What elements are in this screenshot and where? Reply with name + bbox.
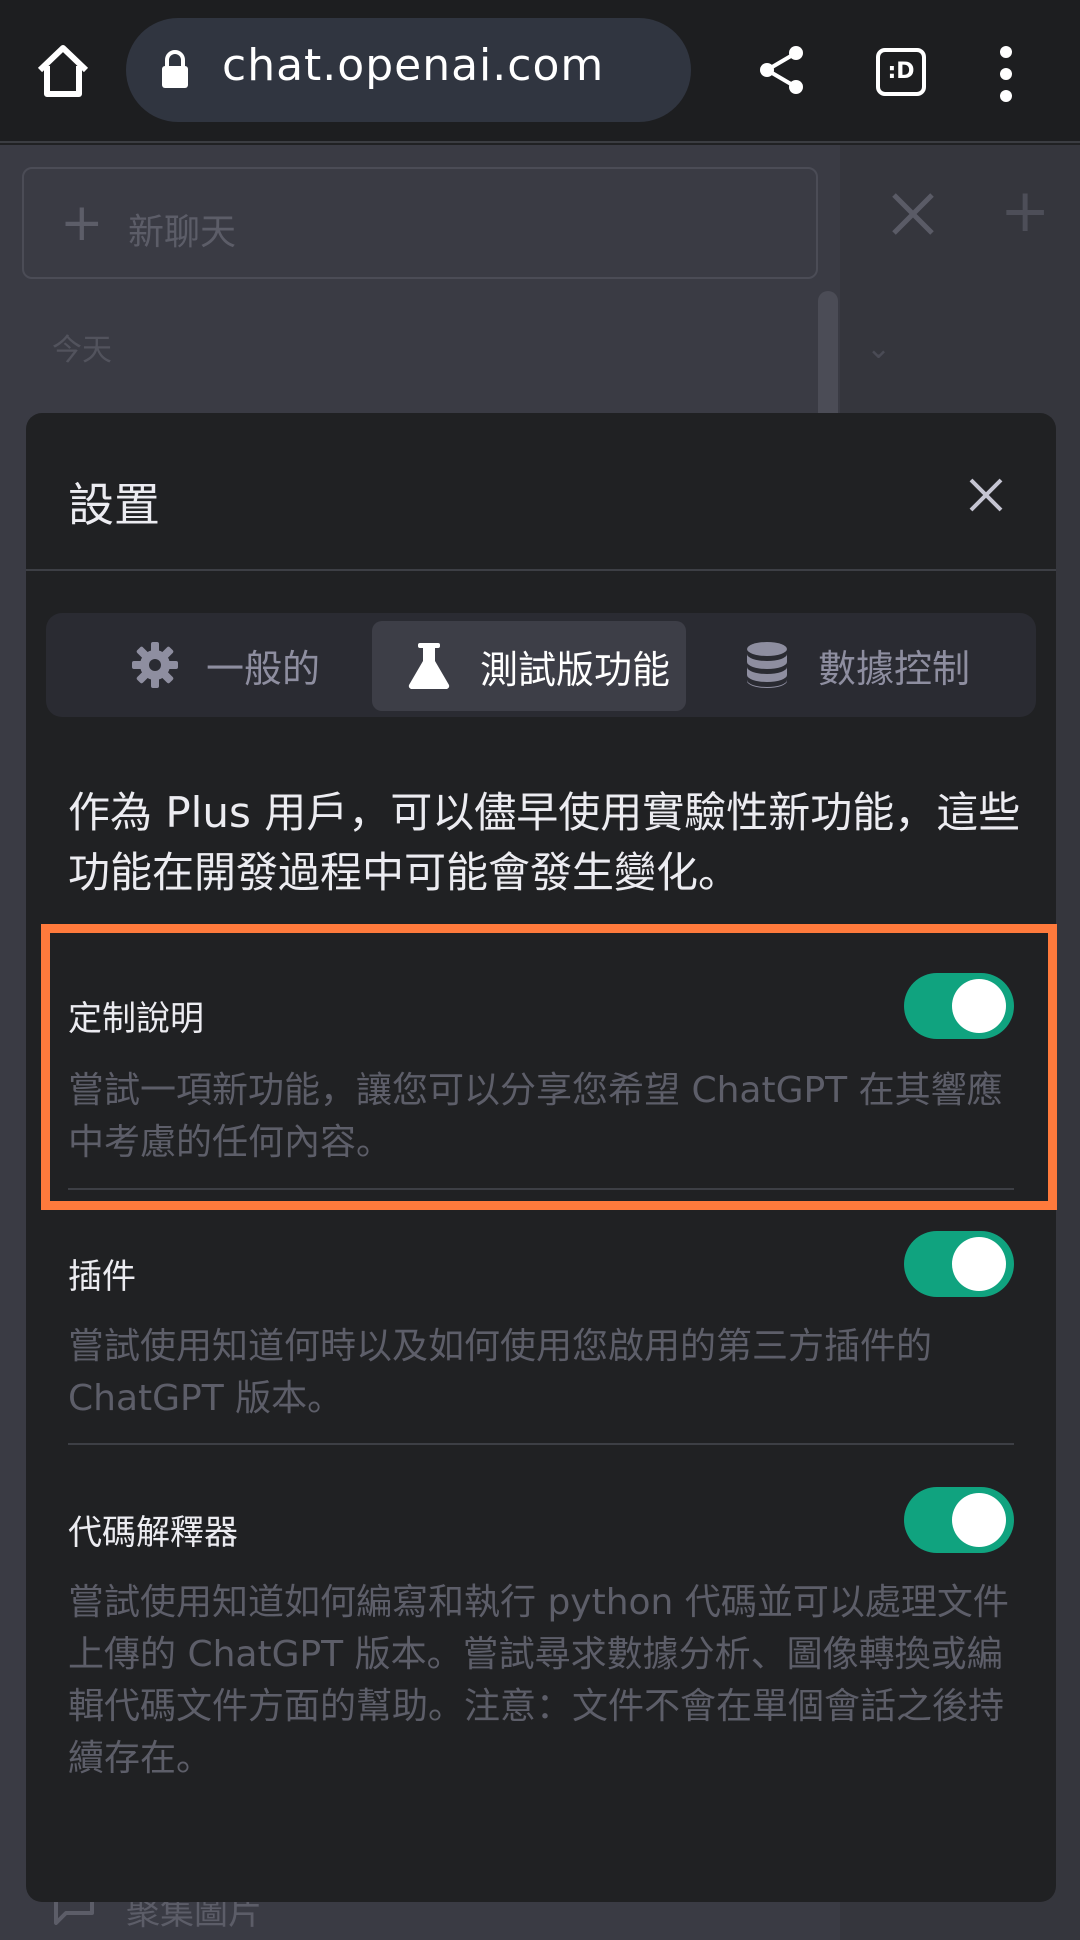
code-interpreter-toggle[interactable] [904,1487,1014,1553]
feature-title: 插件 [68,1257,136,1297]
url-text: chat.openai.com [222,40,605,91]
feature-description: 嘗試使用知道如何編寫和執行 python 代碼並可以處理文件上傳的 ChatGP… [68,1582,1009,1779]
sidebar-scrollbar [818,291,838,431]
gear-icon [132,642,178,688]
beta-intro-text: 作為 Plus 用戶，可以儘早使用實驗性新功能，這些功能在開發過程中可能會發生變… [68,788,1021,897]
dialog-title: 設置 [68,478,160,532]
tab-switcher-button[interactable]: :D [876,48,926,96]
database-icon [747,642,787,688]
highlight-annotation-box [41,924,1057,1210]
toggle-knob [952,1237,1006,1291]
new-chat-label: 新聊天 [128,212,237,253]
new-chat-button: + 新聊天 [22,167,818,279]
close-sidebar-icon [892,193,934,235]
share-icon[interactable] [756,44,808,96]
toggle-knob [952,1493,1006,1547]
settings-tabs: 一般的 測試版功能 數據控制 [46,613,1036,717]
home-icon[interactable] [32,40,94,102]
dialog-header: 設置 [26,413,1056,571]
tab-general-label: 一般的 [206,646,321,691]
close-icon[interactable] [968,477,1004,513]
flask-icon [408,643,450,690]
section-today-label: 今天 [52,333,112,368]
more-menu-icon[interactable] [996,44,1016,104]
tab-data-controls[interactable]: 數據控制 [742,613,970,717]
plus-icon: + [60,193,104,253]
plus-icon: + [1000,176,1051,246]
feature-title: 代碼解釋器 [68,1513,238,1553]
plugins-toggle[interactable] [904,1231,1014,1297]
tab-beta-features[interactable]: 測試版功能 [372,621,686,711]
tab-beta-label: 測試版功能 [480,647,671,692]
divider [68,1443,1014,1445]
tab-general[interactable]: 一般的 [130,613,320,717]
lock-icon [162,50,188,88]
address-bar[interactable]: chat.openai.com [126,18,691,122]
browser-toolbar: chat.openai.com :D [0,0,1080,143]
tab-data-label: 數據控制 [818,646,971,691]
chevron-down-icon: ⌄ [866,331,892,366]
feature-description: 嘗試使用知道何時以及如何使用您啟用的第三方插件的 ChatGPT 版本。 [68,1326,933,1419]
